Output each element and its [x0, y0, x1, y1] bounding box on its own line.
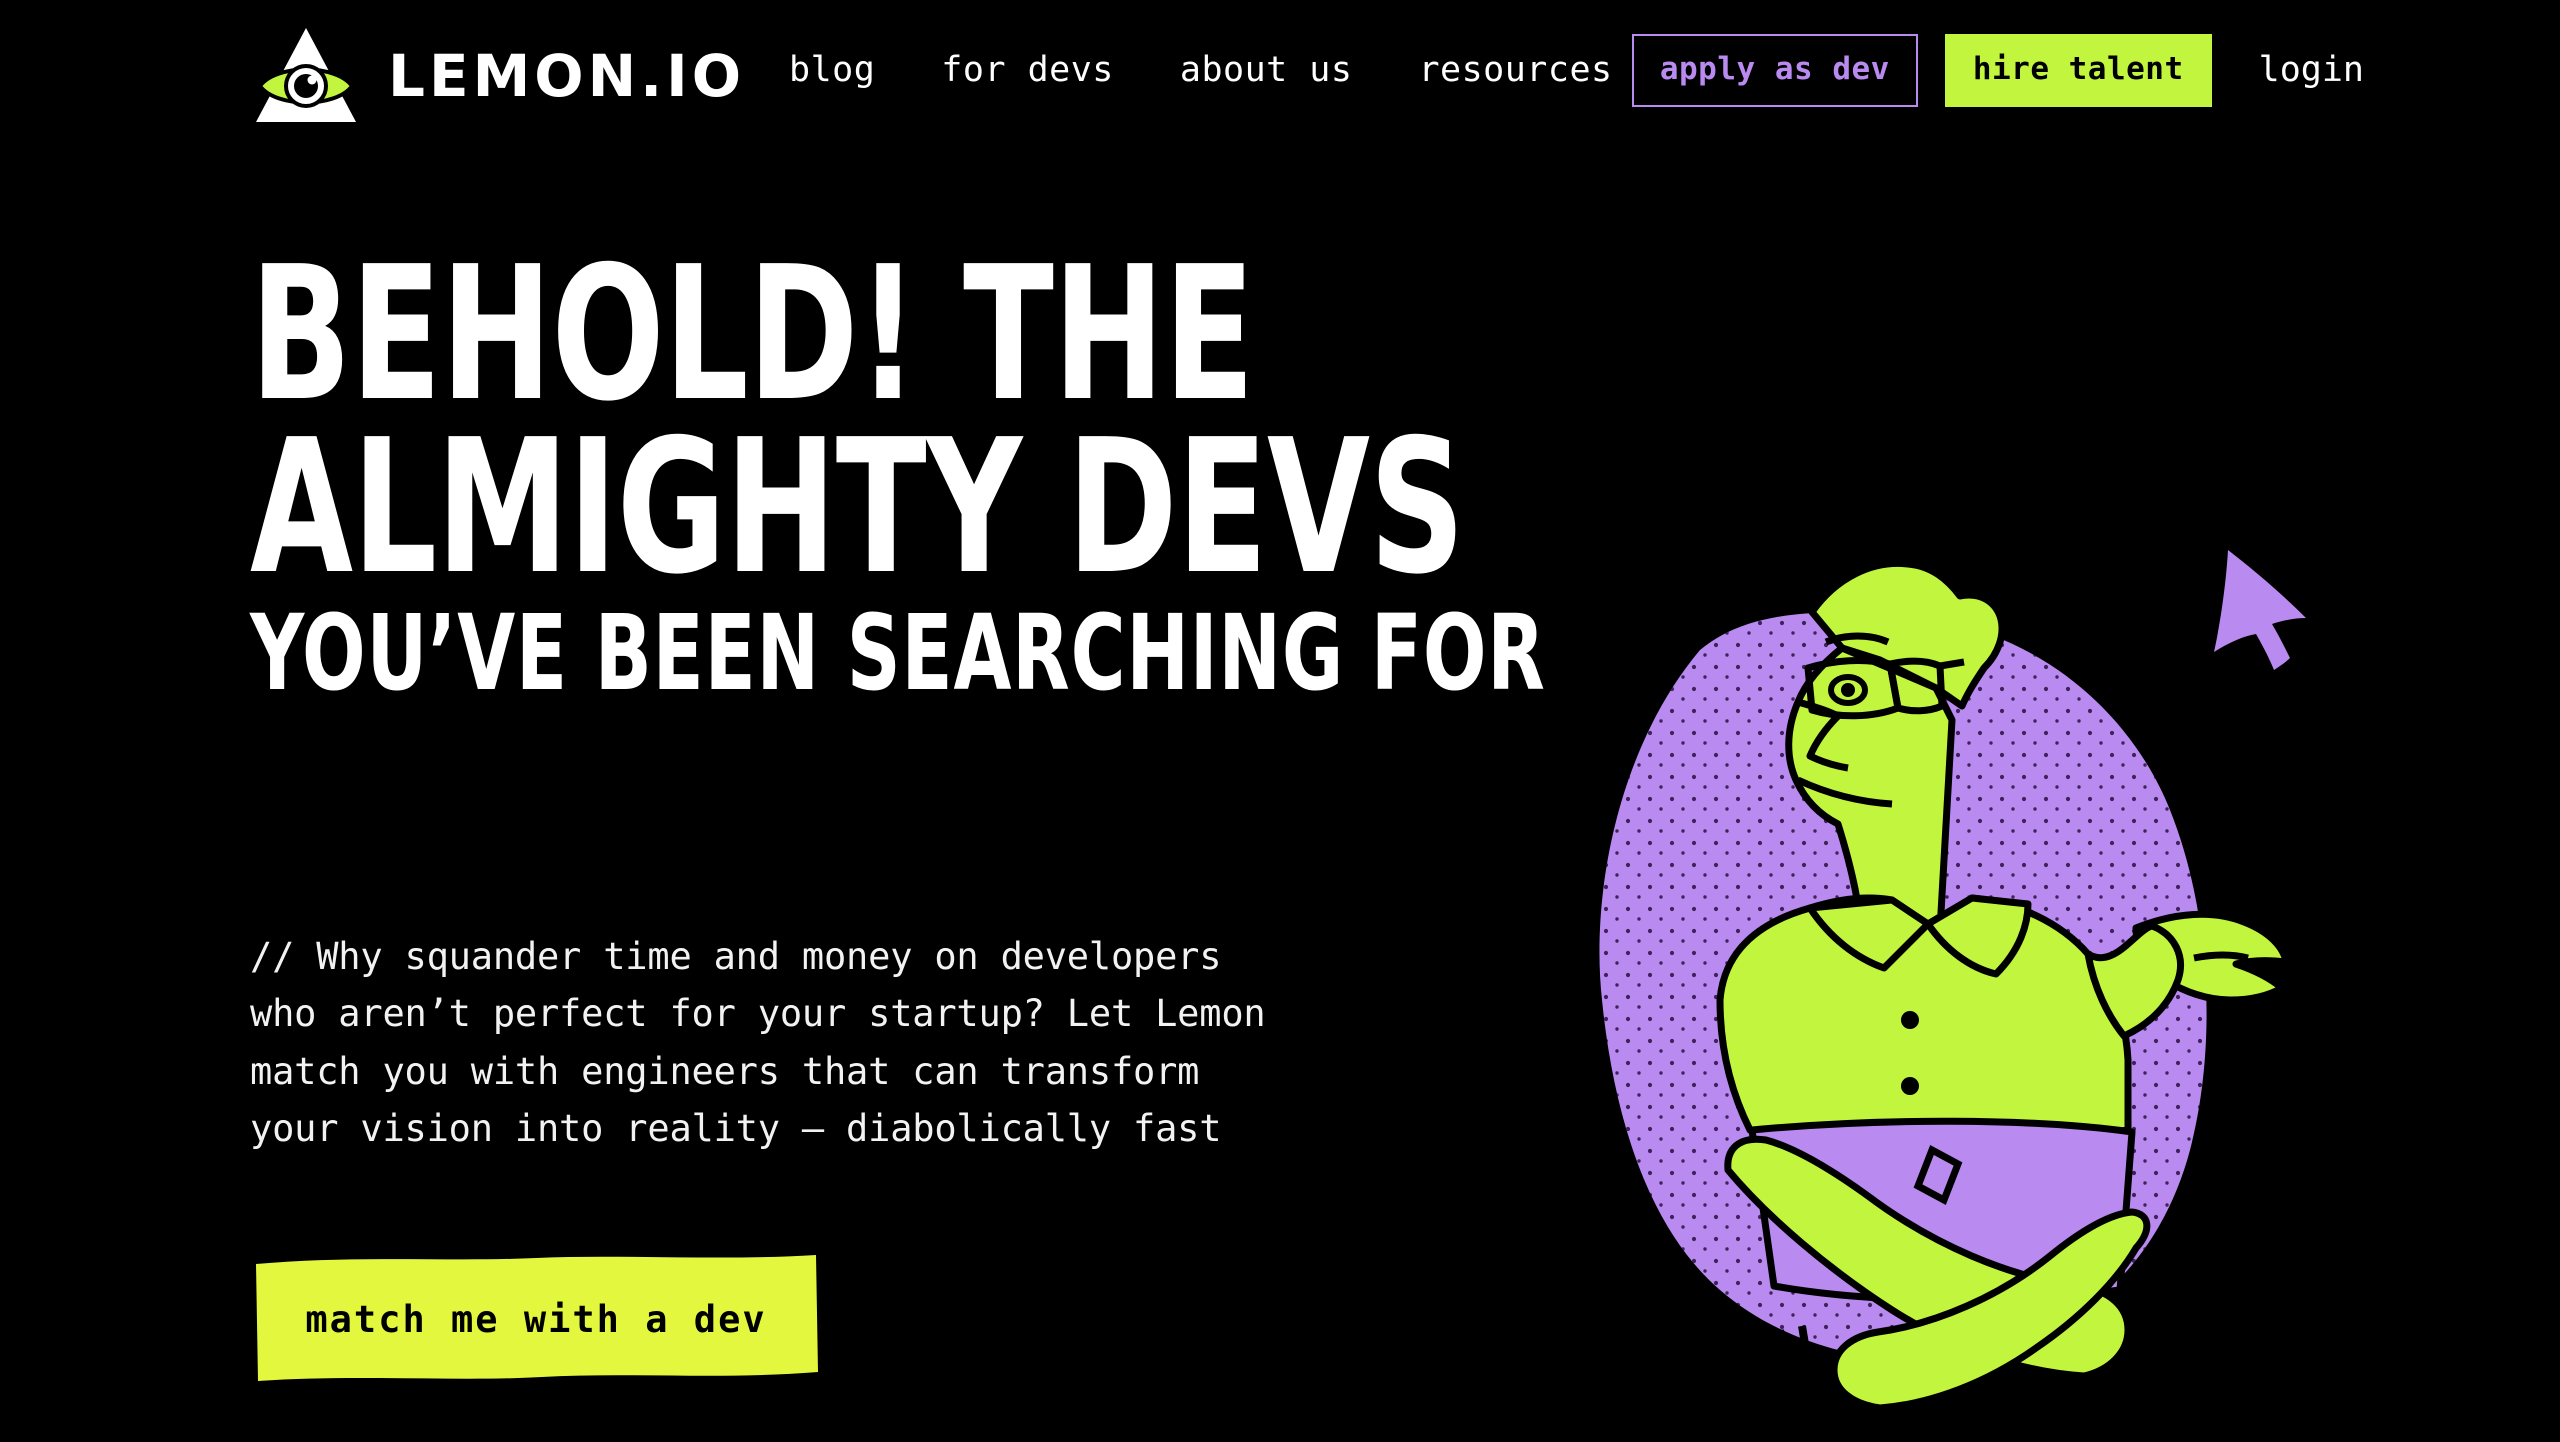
hero-description-line: // Why squander time and money on develo… [250, 935, 1222, 978]
logo-home-link[interactable]: LEMON.IO [252, 24, 745, 128]
hero-copy: BEHOLD! THE ALMIGHTY DEVS YOU’VE BEEN SE… [250, 226, 1650, 715]
page-title-line-3: YOU’VE BEEN SEARCHING FOR [250, 592, 1546, 715]
hire-talent-button[interactable]: hire talent [1944, 33, 2212, 107]
cta-blob-shape [256, 1255, 818, 1381]
apply-as-dev-button[interactable]: apply as dev [1631, 33, 1918, 107]
shirt-button [1901, 1077, 1919, 1095]
hero-description-line: match you with engineers that can transf… [250, 1049, 1200, 1093]
brand-wordmark: LEMON.IO [388, 42, 746, 110]
cursor-arrow-icon [2214, 550, 2306, 670]
page-title-line-1: BEHOLD! THE [250, 226, 1255, 442]
header-actions: apply as dev hire talent login [1631, 0, 2364, 140]
hero-description-line: your vision into reality — diabolically … [250, 1107, 1222, 1151]
developer-with-laptop-illustration [1580, 530, 2320, 1410]
match-me-with-a-dev-button[interactable]: match me with a dev [250, 1250, 822, 1385]
nav-link-for-devs[interactable]: for devs [908, 50, 1147, 90]
nav-link-resources[interactable]: resources [1385, 50, 1645, 90]
primary-nav: blog for devs about us resources [756, 0, 1646, 140]
shirt-button [1901, 1011, 1919, 1029]
hero-description-line: who aren’t perfect for your startup? Let… [250, 992, 1266, 1036]
nav-link-blog[interactable]: blog [756, 50, 908, 90]
triangle-eye-icon [256, 28, 356, 122]
illustration-svg [1599, 550, 2306, 1410]
login-link[interactable]: login [2259, 50, 2364, 90]
site-header: LEMON.IO blog for devs about us resource… [0, 0, 2560, 140]
hero-description: // Why squander time and money on develo… [250, 928, 1330, 1157]
nav-link-about-us[interactable]: about us [1147, 50, 1386, 90]
page-title-line-2: ALMIGHTY DEVS [250, 399, 1465, 616]
